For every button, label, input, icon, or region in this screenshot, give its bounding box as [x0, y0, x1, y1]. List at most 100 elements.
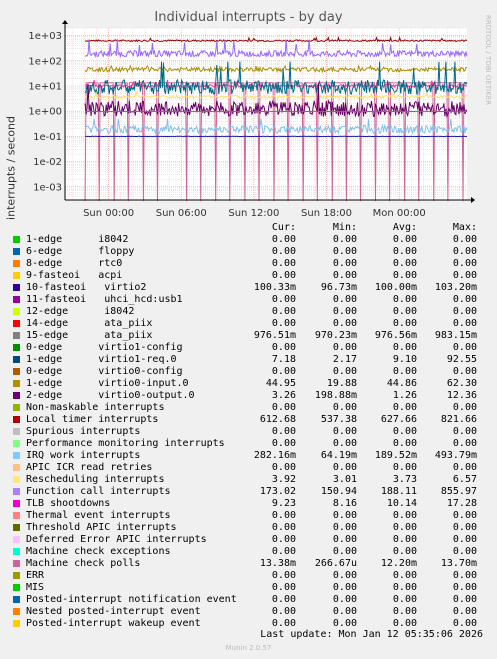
legend-label: Posted-interrupt notification event	[26, 594, 237, 605]
legend-label: 9-fasteoi acpi	[26, 270, 123, 281]
legend-avg-value: 976.56m	[374, 330, 417, 341]
legend-label: Nested posted-interrupt event	[26, 606, 201, 617]
legend-avg-value: 0.00	[392, 594, 417, 605]
legend-label: Posted-interrupt wakeup event	[26, 618, 201, 629]
legend-avg-value: 0.00	[392, 522, 417, 533]
legend-label: Performance monitoring interrupts	[26, 438, 225, 449]
legend-min-value: 0.00	[332, 522, 357, 533]
legend-label: ERR	[26, 570, 45, 581]
legend-label: Thermal event interrupts	[26, 510, 171, 521]
legend-label: Rescheduling interrupts	[26, 474, 165, 485]
legend-min-value: 0.00	[332, 582, 357, 593]
last-update: Last update: Mon Jan 12 05:35:06 2026	[260, 629, 483, 640]
legend-swatch	[13, 536, 20, 543]
legend-swatch	[13, 620, 20, 627]
legend-avg-value: 627.66	[380, 414, 417, 425]
legend-row: 0-edge virtio0-config 0.00 0.00 0.00 0.00	[12, 366, 482, 378]
legend-max-value: 0.00	[452, 402, 477, 413]
legend-min-value: 266.67u	[314, 558, 357, 569]
legend-label: Machine check polls	[26, 558, 141, 569]
legend-label: IRQ work interrupts	[26, 450, 141, 461]
legend-max-value: 493.79m	[434, 450, 477, 461]
legend-avg-value: 0.00	[392, 534, 417, 545]
legend-max-value: 17.28	[446, 498, 477, 509]
legend-row: IRQ work interrupts 282.16m 64.19m 189.52m 4…	[12, 450, 482, 462]
legend-max-value: 62.30	[446, 378, 477, 389]
legend-max-value: 13.70m	[440, 558, 477, 569]
legend-cur-value: 0.00	[271, 366, 296, 377]
legend-cur-value: 9.23	[271, 498, 296, 509]
legend-row: 0-edge virtio1-config 0.00 0.00 0.00 0.00	[12, 342, 482, 354]
x-tick-label: Sun 18:00	[301, 208, 352, 219]
legend-avg-value: 0.00	[392, 402, 417, 413]
legend-cur-value: 7.18	[271, 354, 296, 365]
legend-min-value: 150.94	[320, 486, 357, 497]
legend-label: Deferred Error APIC interrupts	[26, 534, 207, 545]
legend-avg-value: 0.00	[392, 306, 417, 317]
legend-swatch	[13, 344, 20, 351]
legend-min-value: 0.00	[332, 366, 357, 377]
legend-min-value: 0.00	[332, 594, 357, 605]
legend-row: 14-edge ata_piix 0.00 0.00 0.00 0.00	[12, 318, 482, 330]
legend-min-value: 8.16	[332, 498, 357, 509]
x-tick-label: Sun 06:00	[156, 208, 207, 219]
legend-min-value: 0.00	[332, 426, 357, 437]
legend-cur-value: 173.02	[259, 486, 296, 497]
legend-label: 0-edge virtio1-config	[26, 342, 183, 353]
legend-swatch	[13, 584, 20, 591]
legend-label: Spurious interrupts	[26, 426, 141, 437]
legend-max-value: 103.20m	[434, 282, 477, 293]
legend-header-cur: Cur:	[271, 222, 296, 233]
legend-max-value: 0.00	[452, 546, 477, 557]
legend-avg-value: 188.11	[380, 486, 417, 497]
legend-swatch	[13, 392, 20, 399]
legend-cur-value: 976.51m	[253, 330, 296, 341]
legend-min-value: 0.00	[332, 342, 357, 353]
legend-avg-value: 0.00	[392, 366, 417, 377]
legend-swatch	[13, 248, 20, 255]
x-axis-arrow	[471, 197, 475, 203]
legend-label: Local timer interrupts	[26, 414, 159, 425]
legend-max-value: 0.00	[452, 234, 477, 245]
legend-max-value: 12.36	[446, 390, 477, 401]
legend-swatch	[13, 236, 20, 243]
legend-row: Machine check polls 13.38m 266.67u 12.20m 13…	[12, 558, 482, 570]
legend-cur-value: 0.00	[271, 582, 296, 593]
legend-swatch	[13, 284, 20, 291]
legend-label: 1-edge i8042	[26, 234, 129, 245]
legend-label: 10-fasteoi virtio2	[26, 282, 147, 293]
legend-label: 2-edge virtio0-output.0	[26, 390, 195, 401]
legend-swatch	[13, 500, 20, 507]
legend-row: Thermal event interrupts 0.00 0.00 0.00 0.00	[12, 510, 482, 522]
legend-min-value: 970.23m	[314, 330, 357, 341]
legend-row: MIS 0.00 0.00 0.00 0.00	[12, 582, 482, 594]
legend-avg-value: 0.00	[392, 294, 417, 305]
legend-max-value: 0.00	[452, 510, 477, 521]
legend-row: APIC ICR read retries 0.00 0.00 0.00 0.00	[12, 462, 482, 474]
legend-max-value: 6.57	[452, 474, 477, 485]
legend-swatch	[13, 368, 20, 375]
legend-label: 6-edge floppy	[26, 246, 135, 257]
legend-label: MIS	[26, 582, 45, 593]
legend-label: 12-edge i8042	[26, 306, 135, 317]
legend-max-value: 0.00	[452, 318, 477, 329]
legend-max-value: 0.00	[452, 426, 477, 437]
legend-min-value: 64.19m	[320, 450, 357, 461]
y-tick-label: 1e+01	[28, 81, 62, 92]
legend-cur-value: 0.00	[271, 438, 296, 449]
legend-cur-value: 3.26	[271, 390, 296, 401]
y-tick-label: 1e+02	[28, 56, 62, 67]
legend-row: Rescheduling interrupts 3.92 3.01 3.73 6.57	[12, 474, 482, 486]
legend-row: 12-edge i8042 0.00 0.00 0.00 0.00	[12, 306, 482, 318]
legend-min-value: 0.00	[332, 462, 357, 473]
legend-rows: 1-edge i8042 0.00 0.00 0.00 0.00 6-edge flopp…	[12, 234, 482, 630]
legend-max-value: 92.55	[446, 354, 477, 365]
legend-avg-value: 0.00	[392, 582, 417, 593]
legend-min-value: 3.01	[332, 474, 357, 485]
legend-cur-value: 0.00	[271, 510, 296, 521]
legend-swatch	[13, 260, 20, 267]
legend-max-value: 0.00	[452, 582, 477, 593]
legend-row: 8-edge rtc0 0.00 0.00 0.00 0.00	[12, 258, 482, 270]
legend-max-value: 0.00	[452, 342, 477, 353]
legend-swatch	[13, 440, 20, 447]
